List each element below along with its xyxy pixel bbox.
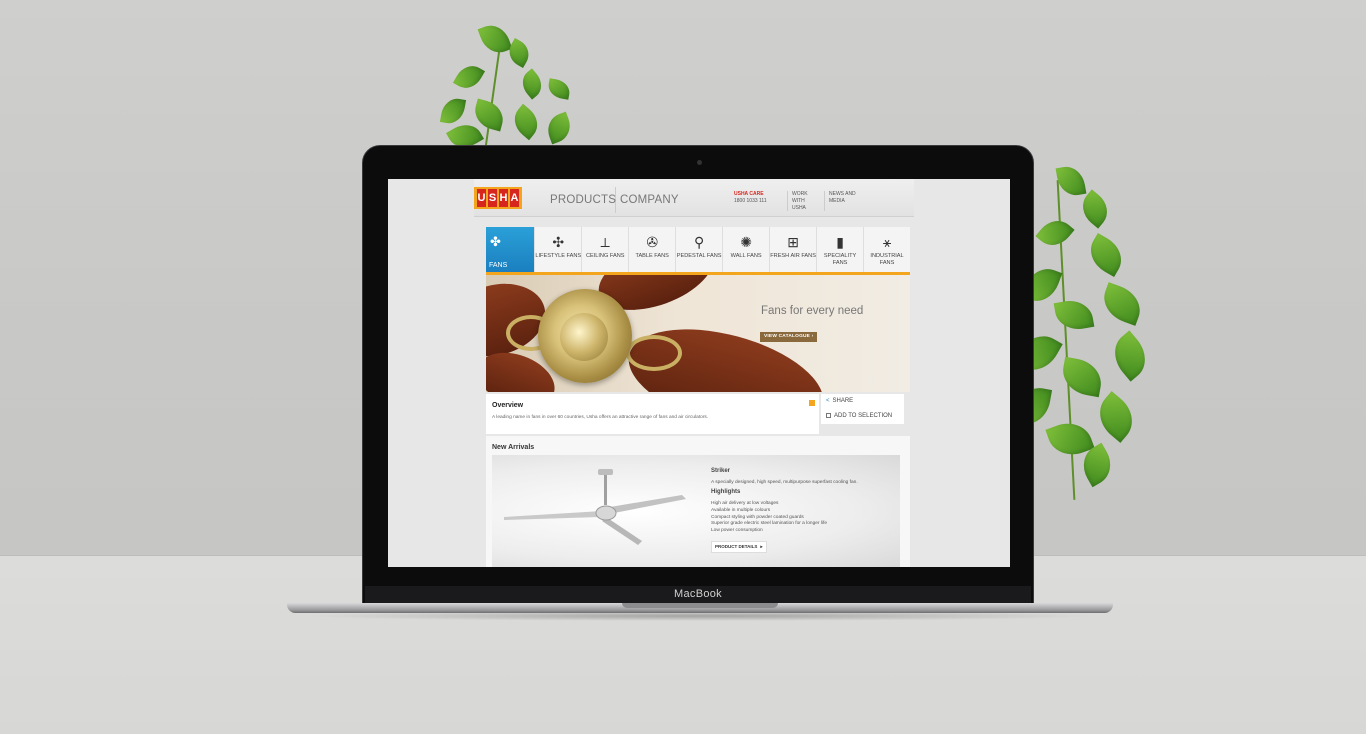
checkbox-icon [826,413,831,418]
tab-label: CEILING FANS [585,253,625,259]
product-details-button[interactable]: PRODUCT DETAILS ▸ [711,541,767,553]
add-to-selection-label: ADD TO SELECTION [834,413,893,420]
tab-speciality-fans[interactable]: ▮ SPECIALITY FANS [817,227,865,272]
product-card: Striker A specially designed, high speed… [492,455,900,567]
tab-industrial-fans[interactable]: ⚹ INDUSTRIAL FANS [864,227,910,272]
tab-fans[interactable]: ✤ FANS [486,227,536,272]
list-item: Low power consumption [711,528,763,534]
industrial-fan-icon: ⚹ [882,234,892,250]
table-fan-icon: ✇ [646,234,659,250]
category-bar: ✤ FANS ✣ LIFESTYLE FANS ⟂ CEILING FANS ✇… [486,227,910,275]
highlights-list: High air delivery at low voltages Availa… [711,501,827,535]
tab-label: INDUSTRIAL FANS [870,253,904,266]
tab-table-fans[interactable]: ✇ TABLE FANS [629,227,677,272]
tab-fresh-air-fans[interactable]: ⊞ FRESH AIR FANS [770,227,818,272]
chevron-right-icon: ▸ [760,544,763,549]
fresh-air-fan-icon: ⊞ [787,234,799,250]
share-icon: < [826,398,830,404]
nav-company[interactable]: COMPANY [620,187,680,213]
fan-hub-center [560,313,608,361]
tab-label: SPECIALITY FANS [823,253,857,266]
laptop-chin: MacBook [365,586,1031,604]
view-catalogue-label: VIEW CATALOGUE [764,334,811,339]
fan-arm [626,335,682,371]
tab-label: PEDESTAL FANS [676,253,722,259]
care-number: 1800 1033 111 [734,198,767,204]
tab-ceiling-fans[interactable]: ⟂ CEILING FANS [582,227,630,272]
hero-title: Fans for every need [761,305,864,317]
side-actions: < SHARE ADD TO SELECTION [821,394,904,424]
wall-fan-icon: ✺ [740,234,752,250]
tab-label: WALL FANS [730,253,762,259]
nav-work-line: WORK WITH [792,191,808,204]
tab-wall-fans[interactable]: ✺ WALL FANS [723,227,771,272]
overview-panel: Overview A leading name in fans in over … [486,394,819,434]
logo-letter: U [477,189,486,207]
usha-care[interactable]: USHA CARE 1800 1033 111 [734,191,767,205]
tab-label: FANS [489,262,508,269]
overview-text: A leading name in fans in over 60 countr… [492,415,709,420]
nav-news-line: NEWS AND [829,191,856,197]
logo-letter: S [488,189,497,207]
share-button[interactable]: < SHARE [826,398,853,404]
lifestyle-fan-icon: ✣ [552,234,565,250]
share-label: SHARE [832,398,854,404]
tab-lifestyle-fans[interactable]: ✣ LIFESTYLE FANS [535,227,583,272]
product-details-label: PRODUCT DETAILS [715,544,758,549]
logo-letter: H [499,189,508,207]
speciality-fan-icon: ▮ [836,234,844,250]
overview-title: Overview [492,402,524,409]
view-catalogue-button[interactable]: VIEW CATALOGUE › [760,332,818,342]
nav-work-with-usha[interactable]: WORK WITH USHA [787,191,821,211]
ceiling-fan-icon: ⟂ [600,234,610,250]
highlights-title: Highlights [711,489,741,495]
chevron-right-icon: › [811,334,814,339]
nav-news-media[interactable]: NEWS AND MEDIA [824,191,858,211]
product-name: Striker [711,468,731,474]
tab-pedestal-fans[interactable]: ⚲ PEDESTAL FANS [676,227,724,272]
add-to-selection-button[interactable]: ADD TO SELECTION [826,413,892,419]
laptop-brand-label: MacBook [674,588,722,600]
expand-icon[interactable] [809,400,815,406]
new-arrivals-section: New Arrivals Striker A specially designe… [486,436,910,567]
laptop-notch [622,603,778,608]
camera-icon [697,160,702,165]
tab-label: TABLE FANS [635,253,669,259]
website: U S H A PRODUCTS COMPANY USHA CARE 1800 … [474,179,914,567]
tab-label: LIFESTYLE FANS [535,253,582,259]
new-arrivals-title: New Arrivals [492,444,535,451]
nav-work-line: USHA [792,205,806,211]
nav-news-line: MEDIA [829,198,845,204]
care-title: USHA CARE [734,191,764,197]
laptop-base [287,603,1113,613]
nav-products[interactable]: PRODUCTS [550,187,616,213]
tab-label: FRESH AIR FANS [770,253,816,259]
hero-banner: Fans for every need VIEW CATALOGUE › [486,275,910,392]
logo-letter: A [510,189,519,207]
product-description: A specially designed, high speed, multip… [711,480,858,485]
fans-logo-icon: ✤ [490,234,501,249]
list-item: Available in multiple colours [711,507,771,513]
pedestal-fan-icon: ⚲ [694,234,705,250]
usha-logo[interactable]: U S H A [474,187,522,209]
ceiling-fan-image [504,469,686,545]
site-header: U S H A PRODUCTS COMPANY USHA CARE 1800 … [474,179,914,217]
plant-top [430,20,580,154]
laptop-screen: U S H A PRODUCTS COMPANY USHA CARE 1800 … [388,179,1010,567]
list-item: High air delivery at low voltages [711,501,779,506]
